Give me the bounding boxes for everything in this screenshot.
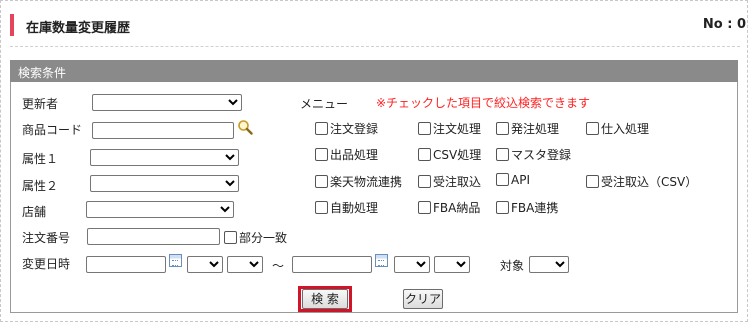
product-code-label: 商品コード	[22, 123, 83, 137]
changed-at-label: 変更日時	[22, 257, 71, 271]
menu-checkbox[interactable]: 楽天物流連携	[315, 173, 402, 190]
accent-bar	[10, 14, 14, 36]
menu-item-label: FBA納品	[433, 201, 481, 215]
menu-item-label: 受注取込（CSV）	[601, 175, 698, 189]
updater-label: 更新者	[22, 97, 59, 111]
checkbox-box[interactable]	[315, 122, 328, 135]
menu-item-label: 仕入処理	[601, 122, 650, 136]
attr2-select[interactable]	[90, 175, 239, 192]
hour-from-select[interactable]	[187, 256, 223, 273]
date-to-input[interactable]	[292, 256, 372, 273]
checkbox-box[interactable]	[586, 175, 599, 188]
search-panel-title: 検索条件	[18, 66, 67, 80]
order-no-label: 注文番号	[22, 231, 71, 245]
menu-checkbox[interactable]: CSV処理	[418, 146, 481, 163]
record-number: No : 0	[702, 17, 746, 32]
menu-item-label: FBA連携	[511, 201, 559, 215]
partial-match-checkbox[interactable]: 部分一致	[224, 229, 287, 246]
calendar-icon[interactable]	[375, 254, 388, 267]
checkbox-box[interactable]	[418, 148, 431, 161]
calendar-icon[interactable]	[169, 254, 182, 267]
menu-checkbox[interactable]: 出品処理	[315, 146, 378, 163]
checkbox-box[interactable]	[496, 148, 509, 161]
menu-item-label: 受注取込	[433, 175, 482, 189]
menu-checkbox[interactable]: FBA連携	[496, 199, 558, 216]
menu-checkbox[interactable]: API	[496, 173, 530, 187]
search-button[interactable]: 検 索	[302, 289, 348, 309]
store-label: 店舗	[22, 205, 47, 219]
range-separator: ～	[272, 259, 285, 273]
menu-item-label: 注文処理	[433, 122, 482, 136]
search-panel-header: 検索条件	[10, 60, 738, 82]
menu-item-label: 楽天物流連携	[330, 175, 403, 189]
checkbox-box[interactable]	[315, 148, 328, 161]
attr1-select[interactable]	[90, 149, 239, 166]
order-no-input[interactable]	[87, 228, 220, 245]
updater-select[interactable]	[92, 94, 242, 111]
checkbox-box[interactable]	[315, 201, 328, 214]
menu-checkbox[interactable]: 仕入処理	[586, 120, 649, 137]
checkbox-box[interactable]	[496, 173, 509, 186]
minute-from-select[interactable]	[227, 256, 263, 273]
partial-match-label: 部分一致	[239, 231, 288, 245]
attr1-label: 属性１	[22, 152, 59, 166]
checkbox-box[interactable]	[586, 122, 599, 135]
date-from-input[interactable]	[86, 256, 166, 273]
checkbox-box[interactable]	[496, 122, 509, 135]
checkbox-box[interactable]	[496, 201, 509, 214]
minute-to-select[interactable]	[434, 256, 470, 273]
menu-checkbox[interactable]: マスタ登録	[496, 146, 571, 163]
menu-item-label: マスタ登録	[511, 148, 572, 162]
page-title: 在庫数量変更履歴	[26, 21, 131, 36]
hour-to-select[interactable]	[394, 256, 430, 273]
page-header: 在庫数量変更履歴 No : 0	[10, 12, 746, 38]
checkbox-box[interactable]	[224, 231, 237, 244]
target-select[interactable]	[529, 256, 569, 273]
menu-item-label: API	[511, 173, 530, 187]
target-label: 対象	[500, 259, 525, 273]
checkbox-box[interactable]	[418, 122, 431, 135]
menu-label: メニュー	[300, 97, 349, 111]
menu-checkbox[interactable]: 受注取込（CSV）	[586, 173, 697, 190]
menu-item-label: 注文登録	[330, 122, 379, 136]
menu-checkbox[interactable]: 発注処理	[496, 120, 559, 137]
search-icon[interactable]	[237, 119, 253, 135]
menu-checkbox[interactable]: FBA納品	[418, 199, 480, 216]
divider	[10, 46, 740, 47]
checkbox-box[interactable]	[418, 201, 431, 214]
menu-checkbox[interactable]: 注文処理	[418, 120, 481, 137]
checkbox-box[interactable]	[418, 175, 431, 188]
menu-item-label: CSV処理	[433, 148, 482, 162]
checkbox-box[interactable]	[315, 175, 328, 188]
clear-button[interactable]: クリア	[403, 289, 443, 309]
filter-note: ※チェックした項目で絞込検索できます	[376, 96, 591, 110]
menu-checkbox[interactable]: 受注取込	[418, 173, 481, 190]
menu-checkbox[interactable]: 注文登録	[315, 120, 378, 137]
menu-item-label: 出品処理	[330, 148, 379, 162]
menu-checkbox[interactable]: 自動処理	[315, 199, 378, 216]
product-code-input[interactable]	[92, 122, 234, 139]
store-select[interactable]	[86, 201, 234, 218]
menu-item-label: 発注処理	[511, 122, 560, 136]
attr2-label: 属性２	[22, 179, 59, 193]
menu-item-label: 自動処理	[330, 201, 379, 215]
